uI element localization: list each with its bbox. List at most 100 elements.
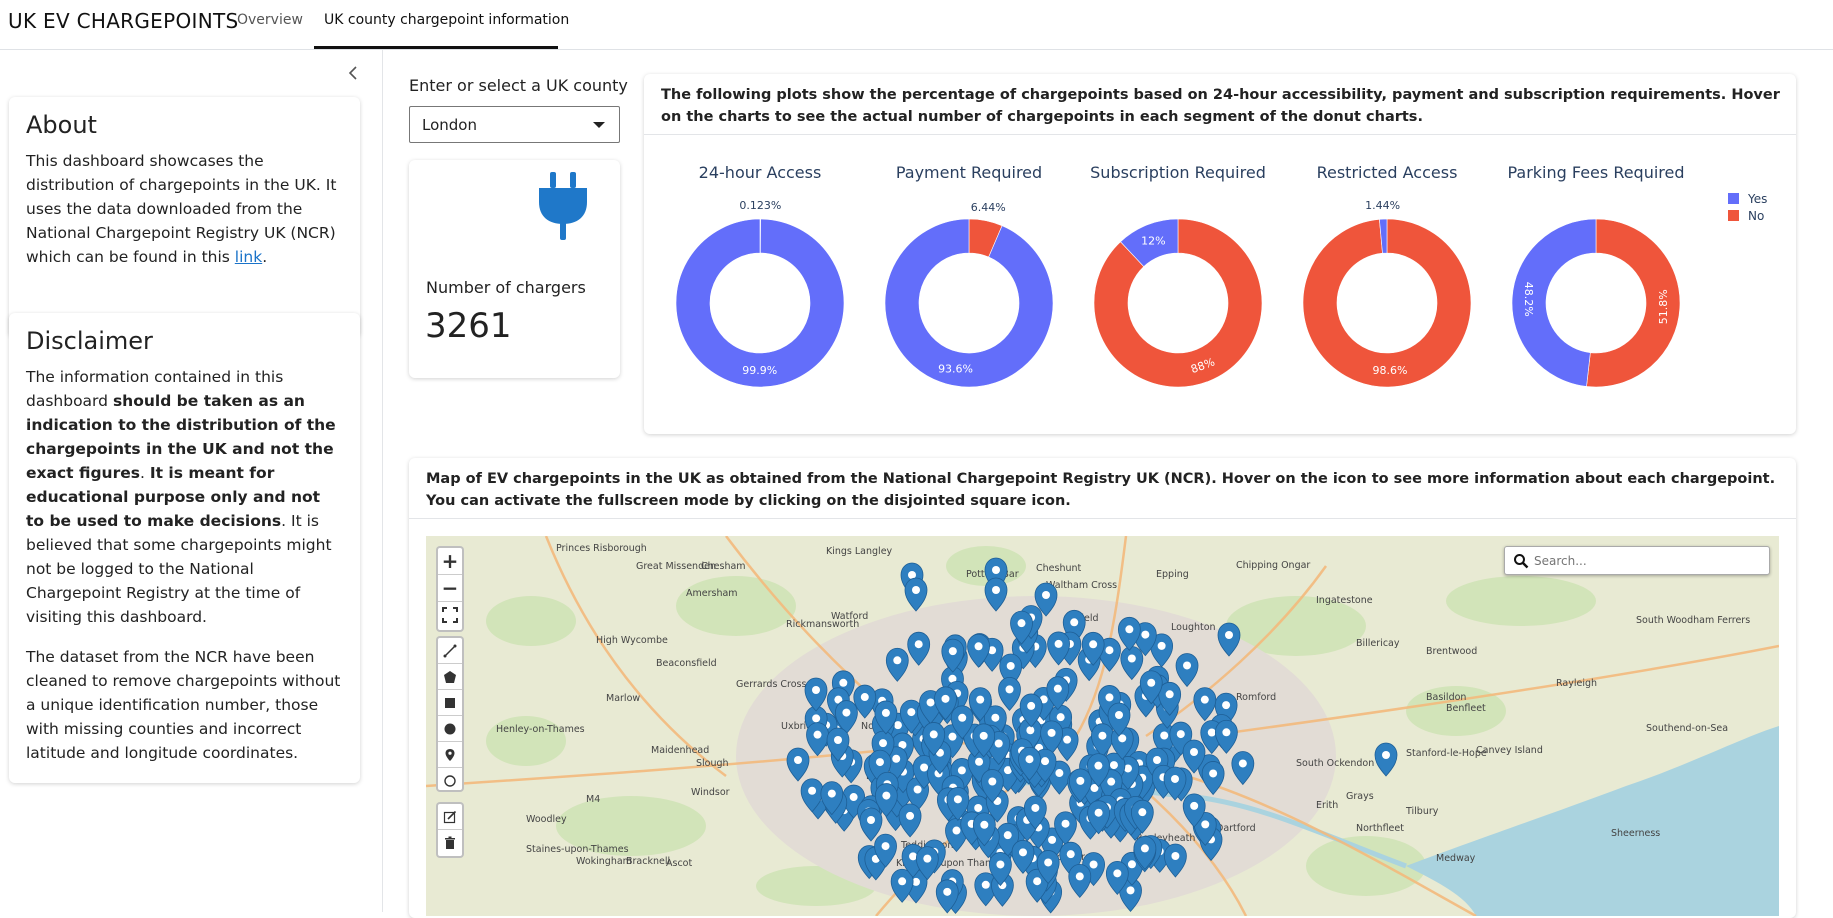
map-place-label: Epping (1156, 569, 1189, 580)
map-place-label: Kings Langley (826, 546, 893, 557)
map-place-label: Amersham (686, 588, 738, 599)
map-place-label: Ingatestone (1316, 595, 1373, 606)
donut-title: Subscription Required (1090, 163, 1266, 182)
map-place-label: Windsor (691, 787, 730, 798)
tab-county-info[interactable]: UK county chargepoint information (324, 12, 569, 28)
donut-slice-label: 99.9% (742, 364, 777, 377)
map-place-label: Dartford (1216, 823, 1256, 834)
draw-marker-button[interactable] (438, 742, 462, 768)
tab-overview[interactable]: Overview (237, 12, 303, 28)
map-place-label: Brentwood (1426, 646, 1477, 657)
edit-toolbar (436, 802, 464, 858)
draw-circlemarker-button[interactable] (438, 768, 462, 794)
map-place-label: Rayleigh (1556, 678, 1597, 689)
fullscreen-icon (442, 607, 458, 623)
zoom-controls: + − (436, 546, 464, 632)
donut-chart[interactable]: Restricted Access 1.44% 98.6% (1302, 163, 1472, 388)
disclaimer-text: The information contained in this dashbo… (26, 368, 336, 626)
donut-title: Payment Required (896, 163, 1042, 182)
edit-icon (443, 810, 457, 823)
legend-label: No (1748, 209, 1764, 223)
caret-down-icon (593, 122, 605, 128)
map-place-label: Maidenhead (651, 745, 709, 756)
map-place-label: High Wycombe (596, 635, 668, 646)
donut-slice-label: 1.44% (1365, 199, 1400, 212)
donut-slice-label: 98.6% (1373, 364, 1408, 377)
county-select[interactable]: London (409, 106, 620, 143)
trash-icon (445, 836, 455, 849)
chargepoint-map[interactable]: Princes Risborough Kings Langley Potters B… (426, 536, 1779, 916)
legend-swatch (1728, 193, 1739, 204)
donut-chart[interactable]: Parking Fees Required 48.2% 51.8% (1507, 163, 1685, 388)
map-place-label: Waltham Cross (1046, 580, 1117, 591)
donut-title: Parking Fees Required (1507, 163, 1684, 182)
divider (409, 518, 1796, 519)
edit-layers-button[interactable] (438, 804, 462, 830)
disclaimer-dataset-text: The dataset from the NCR have been clean… (26, 648, 341, 762)
map-search-box[interactable] (1504, 546, 1770, 575)
draw-circle-button[interactable] (438, 716, 462, 742)
donut-title: Restricted Access (1317, 163, 1458, 182)
active-tab-indicator (314, 46, 558, 49)
donut-title: 24-hour Access (699, 163, 822, 182)
donut-chart[interactable]: Subscription Required12%88% (1090, 163, 1266, 388)
fullscreen-button[interactable] (438, 602, 462, 629)
map-card: Map of EV chargepoints in the UK as obta… (409, 458, 1796, 918)
draw-polyline-button[interactable] (438, 638, 462, 664)
map-place-label: Chipping Ongar (1236, 560, 1310, 571)
chargers-count: 3261 (425, 306, 512, 346)
sidebar-collapse-button[interactable] (346, 64, 360, 82)
map-woodland (676, 576, 796, 636)
map-place-label: Erith (1316, 800, 1338, 811)
delete-layers-button[interactable] (438, 830, 462, 856)
zoom-in-button[interactable]: + (438, 548, 462, 575)
map-place-label: Sheerness (1611, 828, 1660, 839)
map-place-label: Romford (1236, 692, 1276, 703)
draw-toolbar (436, 636, 464, 792)
donut-slice-label: 12% (1141, 235, 1165, 248)
polyline-icon (443, 644, 457, 657)
ncr-link[interactable]: link (235, 248, 262, 266)
donut-charts: 24-hour Access 99.9% 0.123% Payment Require… (675, 163, 1767, 388)
map-place-label: Tilbury (1405, 806, 1439, 817)
marker-icon (445, 748, 455, 761)
map-place-label: M4 (586, 794, 600, 805)
chargers-label: Number of chargers (426, 278, 586, 297)
donut-charts-card: The following plots show the percentage … (644, 74, 1796, 434)
map-place-label: South Ockendon (1296, 758, 1374, 769)
donut-chart[interactable]: 24-hour Access 99.9% 0.123% (675, 163, 845, 388)
map-place-label: Southend-on-Sea (1646, 723, 1728, 734)
donut-slice-label: 51.8% (1657, 289, 1670, 324)
draw-rectangle-button[interactable] (438, 690, 462, 716)
map-woodland (1446, 576, 1596, 626)
donut-description: The following plots show the percentage … (661, 87, 1780, 125)
chevron-left-icon (348, 66, 357, 80)
rectangle-icon (445, 697, 455, 708)
map-place-label: Loughton (1171, 622, 1216, 633)
map-place-label: South Woodham Ferrers (1636, 615, 1750, 626)
brand-title[interactable]: UK EV CHARGEPOINTS (8, 9, 238, 33)
zoom-out-button[interactable]: − (438, 575, 462, 602)
map-place-label: Canvey Island (1476, 745, 1543, 756)
disclaimer-card: Disclaimer The information contained in … (9, 313, 360, 783)
map-place-label: Woodley (526, 814, 567, 825)
about-card: About This dashboard showcases the distr… (9, 97, 360, 337)
map-place-label: Medway (1436, 853, 1476, 864)
draw-polygon-button[interactable] (438, 664, 462, 690)
county-select-value: London (422, 116, 477, 134)
map-place-label: Rickmansworth (786, 619, 859, 630)
donut-slice-label: 6.44% (971, 201, 1006, 214)
county-select-label: Enter or select a UK county (409, 76, 628, 95)
donut-slice-yes[interactable] (675, 218, 845, 388)
map-place-label: Benfleet (1446, 703, 1486, 714)
map-place-label: Beaconsfield (656, 658, 717, 669)
circle-icon (444, 723, 456, 734)
polygon-icon (444, 670, 456, 683)
map-search-input[interactable] (1534, 551, 1762, 571)
map-place-label: Slough (696, 758, 729, 769)
map-tiles[interactable]: Princes Risborough Kings LangleyPotters B… (426, 536, 1779, 916)
map-place-label: Bracknell (626, 856, 670, 867)
disclaimer-title: Disclaimer (26, 327, 153, 355)
donut-chart[interactable]: Payment Required 93.6% 6.44% (884, 163, 1054, 388)
chart-legend[interactable]: Yes No (1728, 192, 1767, 223)
